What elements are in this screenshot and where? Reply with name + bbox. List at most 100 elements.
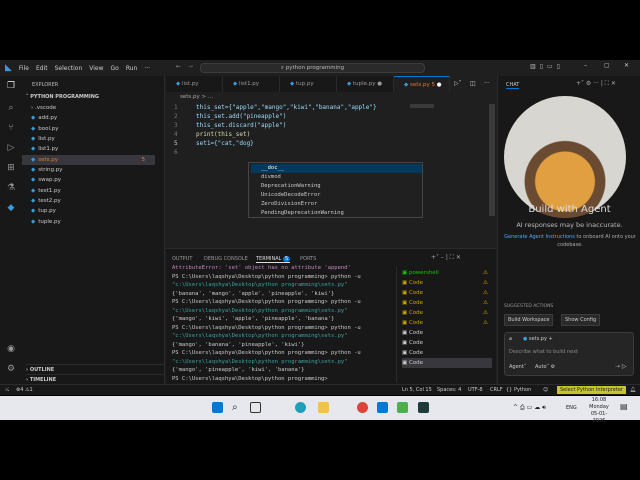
maximize-button[interactable]: ▢ bbox=[604, 62, 610, 69]
edge-icon[interactable] bbox=[295, 402, 306, 413]
remote-icon[interactable]: ⤯ bbox=[5, 385, 9, 395]
tab-list1[interactable]: ◆ list1.py bbox=[223, 76, 280, 92]
terminal-instance[interactable]: ▣ Code bbox=[402, 338, 492, 348]
split-editor-icon[interactable]: ◫ bbox=[470, 80, 476, 87]
line-ending[interactable]: CRLF bbox=[490, 385, 503, 395]
terminal-instance-active[interactable]: ▣ Code bbox=[402, 358, 492, 368]
suggestion-divmod[interactable]: divmod bbox=[251, 173, 422, 182]
mode-dropdown[interactable]: Agent˅ bbox=[509, 364, 526, 370]
terminal-instance[interactable]: ▣ Code ⚠ bbox=[402, 308, 492, 318]
file-list1[interactable]: ◆ list1.py bbox=[31, 144, 164, 154]
show-config-button[interactable]: Show Config bbox=[561, 314, 601, 326]
encoding[interactable]: UTF-8 bbox=[468, 385, 483, 395]
menu-more[interactable]: ··· bbox=[144, 65, 150, 72]
context-chip[interactable]: ● sets.py + bbox=[523, 336, 553, 342]
close-button[interactable]: ✕ bbox=[624, 62, 629, 69]
menu-file[interactable]: File bbox=[19, 65, 29, 72]
tab-list[interactable]: ◆ list.py bbox=[166, 76, 223, 92]
attach-icon[interactable]: ⌀ bbox=[509, 336, 512, 342]
terminal-instance[interactable]: ▣ Code ⚠ bbox=[402, 318, 492, 328]
menu-selection[interactable]: Selection bbox=[55, 65, 83, 72]
account-icon[interactable]: ◉ bbox=[6, 344, 16, 354]
tray-icons[interactable]: ^ ⎙ ▭ ☁ 🔊︎ bbox=[513, 404, 546, 412]
code-line[interactable]: set1={"cat,"dog} bbox=[196, 140, 254, 147]
chat-actions[interactable]: +˅ ⚙ ··· | ⛶ ✕ bbox=[576, 80, 616, 88]
notification-center-icon[interactable]: ▤ bbox=[620, 402, 628, 411]
chat-input-box[interactable]: ⌀ ● sets.py + Describe what to build nex… bbox=[504, 332, 634, 376]
send-icon[interactable]: ➝ ▷ bbox=[615, 363, 627, 370]
minimap[interactable] bbox=[410, 104, 434, 108]
code-line[interactable]: this_set.discard("apple") bbox=[196, 122, 286, 129]
tab-sets[interactable]: ◆ sets.py 5 ● bbox=[394, 76, 450, 92]
file-vscode[interactable]: › .vscode bbox=[31, 103, 164, 113]
model-dropdown[interactable]: Auto˅ ⚙ bbox=[535, 364, 555, 370]
suggestion-doc[interactable]: __doc__ bbox=[251, 164, 422, 173]
terminal-instance[interactable]: ▣ Code ⚠ bbox=[402, 298, 492, 308]
back-arrow-icon[interactable]: ← bbox=[176, 63, 181, 70]
python-icon[interactable]: ◆ bbox=[6, 203, 16, 213]
file-bool[interactable]: ◆ bool.py bbox=[31, 124, 164, 134]
file-tuple[interactable]: ◆ tuple.py bbox=[31, 217, 164, 227]
file-swap[interactable]: ◆ swap.py bbox=[31, 175, 164, 185]
notifications-bell-icon[interactable]: 🔔︎ bbox=[630, 385, 636, 395]
file-add[interactable]: ◆ add.py bbox=[31, 113, 164, 123]
tab-output[interactable]: OUTPUT bbox=[172, 256, 192, 262]
folder-header[interactable]: ˅ PYTHON PROGRAMMING bbox=[26, 94, 99, 100]
file-sets[interactable]: ◆ sets.py 5 bbox=[22, 155, 155, 165]
run-debug-icon[interactable]: ▷ bbox=[6, 143, 16, 153]
extensions-icon[interactable]: ⊞ bbox=[6, 163, 16, 173]
terminal-instance[interactable]: ▣ Code ⚠ bbox=[402, 278, 492, 288]
select-interpreter-button[interactable]: Select Python Interpreter bbox=[557, 386, 626, 394]
indentation[interactable]: Spaces: 4 bbox=[437, 385, 461, 395]
menu-edit[interactable]: Edit bbox=[36, 65, 48, 72]
search-icon[interactable]: ⌕ bbox=[6, 103, 16, 113]
run-button[interactable]: ▷˅ bbox=[454, 80, 462, 87]
terminal-app-icon[interactable] bbox=[418, 402, 429, 413]
file-explorer-icon[interactable] bbox=[318, 402, 329, 413]
windows-start-icon[interactable] bbox=[212, 402, 223, 413]
task-view-icon[interactable] bbox=[250, 402, 261, 413]
editor-scrollbar[interactable] bbox=[489, 104, 495, 216]
code-line[interactable]: this_set={"apple","mango","kiwi","banana… bbox=[196, 104, 377, 111]
tab-tuple[interactable]: ◆ tuple.py ● bbox=[337, 76, 394, 92]
build-workspace-button[interactable]: Build Workspace bbox=[504, 314, 554, 326]
minimize-button[interactable]: – bbox=[584, 62, 587, 69]
terminal-instance[interactable]: ▣ Code bbox=[402, 348, 492, 358]
testing-icon[interactable]: ⚗ bbox=[6, 183, 16, 193]
code-line[interactable]: this_set.add("pineapple") bbox=[196, 113, 286, 120]
tab-terminal[interactable]: TERMINAL 5 bbox=[256, 256, 291, 263]
tab-tup[interactable]: ◆ tup.py bbox=[280, 76, 337, 92]
vscode-taskbar-icon[interactable] bbox=[377, 402, 388, 413]
chrome-icon[interactable] bbox=[357, 402, 368, 413]
app-icon[interactable] bbox=[397, 402, 408, 413]
suggestion-pendingdeprecationwarning[interactable]: PendingDeprecationWarning bbox=[251, 209, 422, 218]
suggestion-zerodivisionerror[interactable]: ZeroDivisionError bbox=[251, 200, 422, 209]
tab-debug-console[interactable]: DEBUG CONSOLE bbox=[204, 256, 248, 262]
file-list[interactable]: ◆ list.py bbox=[31, 134, 164, 144]
agent-instructions-link[interactable]: Generate Agent Instructions bbox=[504, 234, 575, 240]
menu-go[interactable]: Go bbox=[111, 65, 119, 72]
more-actions-icon[interactable]: ··· bbox=[484, 80, 490, 87]
explorer-icon[interactable]: ❐ bbox=[6, 81, 16, 91]
file-string[interactable]: ◆ string.py bbox=[31, 165, 164, 175]
terminal-instance[interactable]: ▣ powershell ⚠ bbox=[402, 268, 492, 278]
language-indicator[interactable]: ENG bbox=[566, 405, 577, 411]
copilot-icon[interactable]: ☺ bbox=[543, 385, 548, 395]
suggestion-deprecationwarning[interactable]: DeprecationWarning bbox=[251, 182, 422, 191]
command-search[interactable]: ⌕ python programming bbox=[200, 63, 425, 73]
search-icon[interactable]: ⌕ bbox=[232, 402, 243, 413]
source-control-icon[interactable]: ⑂ bbox=[6, 123, 16, 133]
problems-indicator[interactable]: ⊗4 ⚠1 bbox=[16, 385, 33, 395]
terminal-instance[interactable]: ▣ Code ⚠ bbox=[402, 288, 492, 298]
terminal-instance[interactable]: ▣ Code bbox=[402, 328, 492, 338]
suggestion-unicodedecodeerror[interactable]: UnicodeDecodeError bbox=[251, 191, 422, 200]
clock[interactable]: 16:08 Monday 05-01-2026 bbox=[585, 397, 613, 425]
forward-arrow-icon[interactable]: → bbox=[188, 63, 193, 70]
file-test1[interactable]: ◆ test1.py bbox=[31, 186, 164, 196]
file-test2[interactable]: ◆ test2.py bbox=[31, 196, 164, 206]
panel-actions[interactable]: +˅ – | ⛶ ✕ bbox=[431, 254, 461, 262]
menu-view[interactable]: View bbox=[89, 65, 103, 72]
menu-run[interactable]: Run bbox=[126, 65, 138, 72]
code-line[interactable]: print(this_set) bbox=[196, 131, 250, 138]
language-mode[interactable]: {} Python bbox=[506, 385, 531, 395]
